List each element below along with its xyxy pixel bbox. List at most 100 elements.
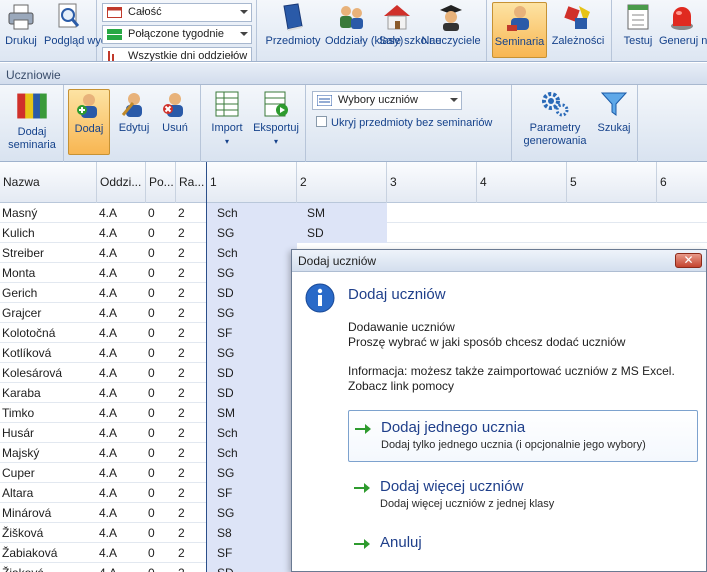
cell-class[interactable]: 4.A <box>97 463 146 483</box>
cell-name[interactable]: Cuper <box>0 463 97 483</box>
cell-name[interactable]: Husár <box>0 423 97 443</box>
col-class-header[interactable]: Oddzi... <box>97 162 146 203</box>
cell-ra[interactable]: 2 <box>176 463 207 483</box>
cell-po[interactable]: 0 <box>146 503 176 523</box>
cell-po[interactable]: 0 <box>146 203 176 223</box>
cell-class[interactable]: 4.A <box>97 263 146 283</box>
cell-po[interactable]: 0 <box>146 463 176 483</box>
classes-button[interactable]: Oddziały (klasy) <box>325 2 403 58</box>
print-button[interactable]: Drukuj <box>1 2 41 58</box>
cell-po[interactable]: 0 <box>146 363 176 383</box>
cell-ra[interactable]: 2 <box>176 443 207 463</box>
col-4-header[interactable]: 4 <box>477 162 567 203</box>
cell-ra[interactable]: 2 <box>176 223 207 243</box>
cell-name[interactable]: Streiber <box>0 243 97 263</box>
cell-name[interactable]: Kotlíková <box>0 343 97 363</box>
add-many-students-option[interactable]: Dodaj więcej uczniów Dodaj więcej ucznió… <box>348 474 698 518</box>
cell-po[interactable]: 0 <box>146 543 176 563</box>
cell-class[interactable]: 4.A <box>97 303 146 323</box>
scope-select[interactable]: Całość <box>102 3 252 22</box>
col-1-header[interactable]: 1 <box>207 162 297 203</box>
cell-name[interactable]: Karaba <box>0 383 97 403</box>
cell-ra[interactable]: 2 <box>176 203 207 223</box>
cell-class[interactable]: 4.A <box>97 563 146 572</box>
cell-ra[interactable]: 2 <box>176 303 207 323</box>
cell-ra[interactable]: 2 <box>176 423 207 443</box>
col-3-header[interactable]: 3 <box>387 162 477 203</box>
cell-class[interactable]: 4.A <box>97 203 146 223</box>
choices-select[interactable]: Wybory uczniów <box>312 91 462 110</box>
cell-name[interactable]: Grajcer <box>0 303 97 323</box>
cell-ra[interactable]: 2 <box>176 243 207 263</box>
cell-class[interactable]: 4.A <box>97 483 146 503</box>
delete-button[interactable]: Usuń <box>156 89 194 157</box>
cell-ra[interactable]: 2 <box>176 403 207 423</box>
generate-button[interactable]: Generuj nowy <box>659 2 707 58</box>
cell-class[interactable]: 4.A <box>97 283 146 303</box>
cell-ra[interactable]: 2 <box>176 503 207 523</box>
cell-name[interactable]: Žabiaková <box>0 543 97 563</box>
dependencies-button[interactable]: Zależności <box>549 2 607 58</box>
edit-button[interactable]: Edytuj <box>114 89 154 157</box>
col-6-header[interactable]: 6 <box>657 162 707 203</box>
cell-po[interactable]: 0 <box>146 443 176 463</box>
cell-class[interactable]: 4.A <box>97 543 146 563</box>
cell-po[interactable]: 0 <box>146 303 176 323</box>
cell-ra[interactable]: 2 <box>176 563 207 572</box>
cell-slot-1[interactable]: SG <box>215 223 305 243</box>
add-one-student-option[interactable]: Dodaj jednego ucznia Dodaj tylko jednego… <box>348 410 698 462</box>
table-row[interactable]: Masný 4.A 0 2 Sch SM <box>0 203 707 223</box>
preview-button[interactable]: Podgląd wydruku <box>44 2 128 58</box>
hide-subjects-checkbox[interactable]: Ukryj przedmioty bez seminariów <box>316 116 492 129</box>
cell-ra[interactable]: 2 <box>176 383 207 403</box>
add-seminars-button[interactable]: Dodaj seminaria <box>2 89 62 157</box>
cell-ra[interactable]: 2 <box>176 483 207 503</box>
cell-class[interactable]: 4.A <box>97 243 146 263</box>
cell-class[interactable]: 4.A <box>97 323 146 343</box>
cell-po[interactable]: 0 <box>146 263 176 283</box>
cell-slot-2[interactable]: SM <box>305 203 395 223</box>
cell-name[interactable]: Kolesárová <box>0 363 97 383</box>
cell-class[interactable]: 4.A <box>97 343 146 363</box>
cell-ra[interactable]: 2 <box>176 543 207 563</box>
cell-name[interactable]: Minárová <box>0 503 97 523</box>
col-ra-header[interactable]: Ra... <box>176 162 207 203</box>
teachers-button[interactable]: Nauczyciele <box>418 2 484 58</box>
rooms-button[interactable]: Sale szkolne <box>379 2 441 58</box>
cell-class[interactable]: 4.A <box>97 223 146 243</box>
cell-po[interactable]: 0 <box>146 523 176 543</box>
col-name-header[interactable]: Nazwa <box>0 162 97 203</box>
cell-slot-2[interactable]: SD <box>305 223 395 243</box>
cell-ra[interactable]: 2 <box>176 343 207 363</box>
cell-slot-1[interactable]: Sch <box>215 203 305 223</box>
add-button[interactable]: Dodaj <box>68 89 110 155</box>
close-button[interactable]: ✕ <box>675 253 702 268</box>
cell-name[interactable]: Majský <box>0 443 97 463</box>
cell-class[interactable]: 4.A <box>97 503 146 523</box>
col-2-header[interactable]: 2 <box>297 162 387 203</box>
cell-po[interactable]: 0 <box>146 403 176 423</box>
cell-class[interactable]: 4.A <box>97 423 146 443</box>
cell-ra[interactable]: 2 <box>176 523 207 543</box>
cell-name[interactable]: Kolotočná <box>0 323 97 343</box>
cell-po[interactable]: 0 <box>146 343 176 363</box>
dialog-line-4[interactable]: Zobacz link pomocy <box>348 379 454 394</box>
cell-class[interactable]: 4.A <box>97 523 146 543</box>
col-po-header[interactable]: Po... <box>146 162 176 203</box>
weeks-select[interactable]: Połączone tygodnie <box>102 25 252 44</box>
cell-name[interactable]: Altara <box>0 483 97 503</box>
export-button[interactable]: Eksportuj ▾ <box>250 89 302 157</box>
cell-po[interactable]: 0 <box>146 243 176 263</box>
cell-po[interactable]: 0 <box>146 483 176 503</box>
cell-ra[interactable]: 2 <box>176 263 207 283</box>
cell-name[interactable]: Monta <box>0 263 97 283</box>
search-button[interactable]: Szukaj <box>594 89 634 157</box>
cell-ra[interactable]: 2 <box>176 323 207 343</box>
cell-po[interactable]: 0 <box>146 563 176 572</box>
cell-name[interactable]: Gerich <box>0 283 97 303</box>
checkbox-box[interactable] <box>316 116 327 127</box>
cell-po[interactable]: 0 <box>146 223 176 243</box>
seminars-button[interactable]: Seminaria <box>492 2 547 58</box>
cell-class[interactable]: 4.A <box>97 403 146 423</box>
cell-class[interactable]: 4.A <box>97 383 146 403</box>
